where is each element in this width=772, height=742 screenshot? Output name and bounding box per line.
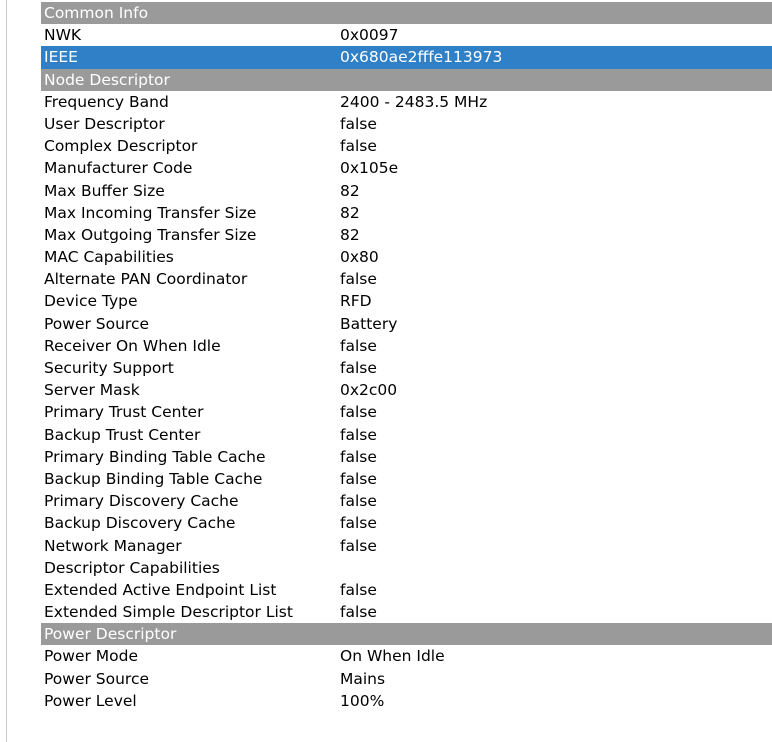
section-header-power-descriptor[interactable]: Power Descriptor [41,623,772,646]
property-key: Frequency Band [44,92,169,111]
property-key: Descriptor Capabilities [44,558,220,577]
property-value: RFD [340,292,372,311]
property-key: Security Support [44,359,174,377]
property-key: Power Mode [44,647,139,666]
table-row[interactable]: Power Level 100% [41,690,772,712]
section-header-common-info[interactable]: Common Info [41,2,772,25]
table-row[interactable]: Backup Discovery Cache false [41,512,772,534]
table-row-selected[interactable]: IEEE 0x680ae2fffe113973 [41,46,772,69]
property-value: false [340,114,377,133]
property-key: Receiver On When Idle [44,336,221,355]
table-row[interactable]: Power Mode On When Idle [41,645,772,667]
property-value: false [340,603,377,622]
property-key: Device Type [44,292,138,311]
table-row[interactable]: Backup Trust Center false [41,424,772,446]
section-title: Power Descriptor [44,625,177,644]
property-value: false [340,137,377,156]
property-value: 100% [340,691,385,710]
property-key: Server Mask [44,381,140,400]
table-row[interactable]: Max Outgoing Transfer Size 82 [41,224,772,246]
property-value: 0x80 [340,248,379,267]
property-key: Backup Discovery Cache [44,514,236,533]
table-row[interactable]: Backup Binding Table Cache false [41,468,772,490]
table-row[interactable]: Manufacturer Code 0x105e [41,157,772,179]
property-key: Primary Trust Center [44,403,204,422]
property-value: 2400 - 2483.5 MHz [340,92,488,111]
property-key: Primary Discovery Cache [44,492,239,511]
property-key: Extended Active Endpoint List [44,580,277,599]
property-value: 82 [340,181,360,200]
property-key: Extended Simple Descriptor List [44,603,293,622]
property-value: 0x680ae2fffe113973 [340,48,503,67]
table-row[interactable]: Device Type RFD [41,290,772,312]
table-row[interactable]: Descriptor Capabilities [41,557,772,579]
property-key: Manufacturer Code [44,159,193,178]
property-key: Backup Trust Center [44,425,201,444]
property-key: Max Outgoing Transfer Size [44,225,257,244]
properties-panel: Common Info NWK 0x0097 IEEE 0x680ae2fffe… [6,0,772,742]
table-row[interactable]: Power Source Battery [41,313,772,335]
property-value: false [340,580,377,599]
property-value: 0x105e [340,159,399,178]
table-row[interactable]: User Descriptor false [41,113,772,135]
property-value: false [340,536,377,555]
section-title: Common Info [44,4,149,22]
table-row[interactable]: MAC Capabilities 0x80 [41,246,772,268]
table-row[interactable]: Primary Discovery Cache false [41,490,772,512]
properties-table: Common Info NWK 0x0097 IEEE 0x680ae2fffe… [41,2,772,712]
property-value: false [340,425,377,444]
property-value: false [340,469,377,488]
table-row[interactable]: Max Incoming Transfer Size 82 [41,202,772,224]
property-key: Power Source [44,314,150,333]
property-key: Power Level [44,691,137,710]
property-value: 82 [340,225,360,244]
property-key: Complex Descriptor [44,137,198,156]
table-row[interactable]: NWK 0x0097 [41,24,772,46]
property-value: 82 [340,203,360,222]
table-row[interactable]: Extended Active Endpoint List false [41,579,772,601]
property-value: 0x0097 [340,26,399,45]
property-value: false [340,270,377,289]
property-value: 0x2c00 [340,381,398,400]
table-row[interactable]: Max Buffer Size 82 [41,180,772,202]
table-row[interactable]: Security Support false [41,357,772,379]
property-value: false [340,447,377,466]
section-header-node-descriptor[interactable]: Node Descriptor [41,68,772,91]
property-value: false [340,403,377,422]
property-value [340,557,772,579]
property-key: Max Buffer Size [44,181,165,200]
property-key: Backup Binding Table Cache [44,469,263,488]
table-row[interactable]: Primary Trust Center false [41,401,772,423]
property-value: false [340,359,377,377]
table-row[interactable]: Extended Simple Descriptor List false [41,601,772,623]
section-title: Node Descriptor [44,70,170,89]
property-key: MAC Capabilities [44,248,174,267]
table-row[interactable]: Alternate PAN Coordinator false [41,268,772,290]
property-key: IEEE [44,48,78,67]
property-value: Battery [340,314,398,333]
property-key: Power Source [44,669,150,688]
table-row[interactable]: Network Manager false [41,535,772,557]
table-row[interactable]: Power Source Mains [41,668,772,690]
property-key: Max Incoming Transfer Size [44,203,257,222]
table-row[interactable]: Receiver On When Idle false [41,335,772,357]
property-key: Alternate PAN Coordinator [44,270,248,289]
property-value: Mains [340,669,386,688]
property-key: Primary Binding Table Cache [44,447,266,466]
property-key: NWK [44,26,82,45]
property-value: false [340,492,377,511]
property-value: On When Idle [340,647,445,666]
table-row[interactable]: Server Mask 0x2c00 [41,379,772,401]
table-row[interactable]: Primary Binding Table Cache false [41,446,772,468]
property-key: User Descriptor [44,114,165,133]
table-row[interactable]: Complex Descriptor false [41,135,772,157]
property-value: false [340,514,377,533]
table-row[interactable]: Frequency Band 2400 - 2483.5 MHz [41,91,772,113]
property-key: Network Manager [44,536,182,555]
property-value: false [340,336,377,355]
